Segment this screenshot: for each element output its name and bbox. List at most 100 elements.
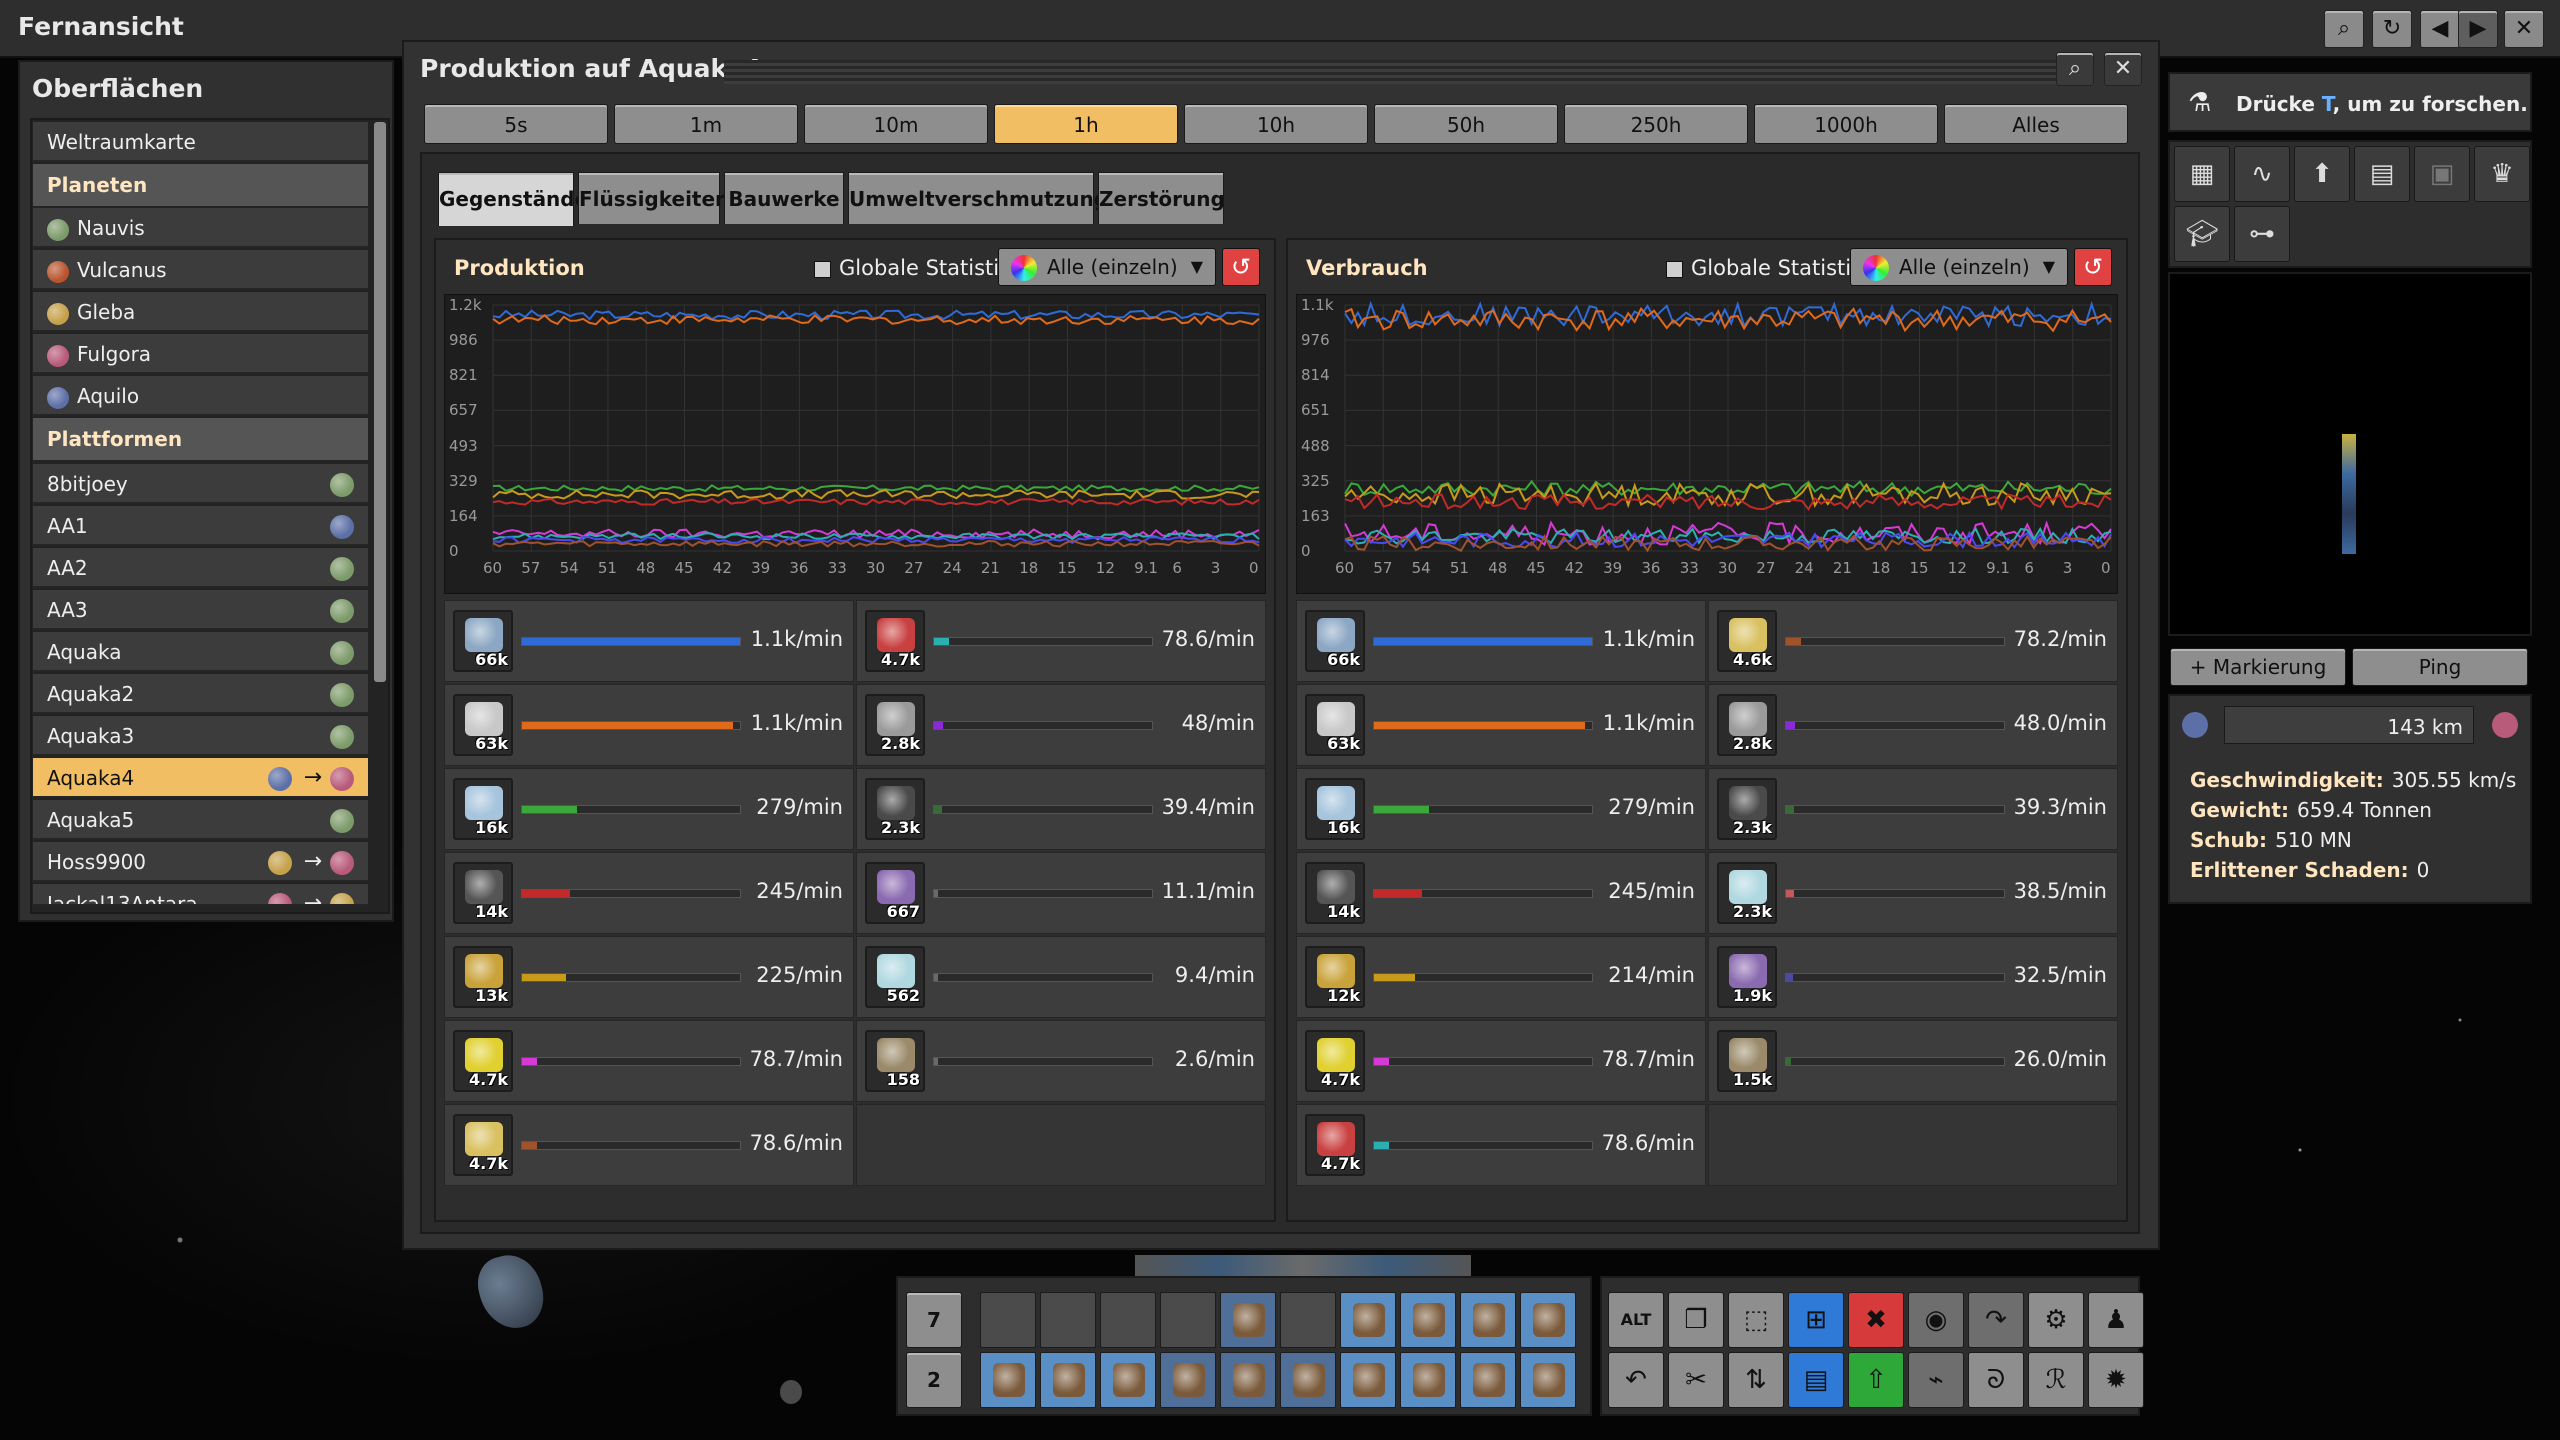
production-stats-button[interactable]: ∿ (2234, 146, 2290, 202)
quickbar-slot[interactable] (1220, 1292, 1276, 1348)
forward-button[interactable]: ▶ (2458, 10, 2498, 48)
tool-button[interactable]: ⚙ (2028, 1292, 2084, 1348)
platform-item[interactable]: AA3 (33, 590, 368, 630)
tool-button[interactable]: ✹ (2088, 1352, 2144, 1408)
item-stat-row[interactable]: 13k 225/min (444, 936, 854, 1018)
time-button-10h[interactable]: 10h (1184, 104, 1368, 144)
planet-item-gleba[interactable]: Gleba (33, 292, 368, 332)
platform-item[interactable]: Aquaka5 (33, 800, 368, 840)
quickbar-slot[interactable] (1280, 1292, 1336, 1348)
tool-button[interactable]: ℛ (2028, 1352, 2084, 1408)
platform-item[interactable]: Aquaka (33, 632, 368, 672)
scrollbar[interactable] (374, 122, 386, 682)
time-button-250h[interactable]: 250h (1564, 104, 1748, 144)
quickbar-slot[interactable] (1040, 1352, 1096, 1408)
quickbar-slot[interactable] (1280, 1352, 1336, 1408)
platform-item[interactable]: AA2 (33, 548, 368, 588)
quickbar-slot[interactable] (980, 1352, 1036, 1408)
item-stat-row[interactable]: 63k 1.1k/min (1296, 684, 1706, 766)
item-stat-row[interactable]: 4.7k 78.6/min (856, 600, 1266, 682)
tool-button[interactable]: ✂ (1668, 1352, 1724, 1408)
item-stat-row[interactable]: 4.7k 78.7/min (1296, 1020, 1706, 1102)
network-button[interactable]: ⊶ (2234, 206, 2290, 262)
platform-item[interactable]: Aquaka2 (33, 674, 368, 714)
tool-button[interactable]: ⇅ (1728, 1352, 1784, 1408)
tool-button[interactable]: ⬚ (1728, 1292, 1784, 1348)
tool-button[interactable]: ♟ (2088, 1292, 2144, 1348)
filter-dropdown[interactable]: Alle (einzeln) ▼ (998, 248, 1216, 286)
reset-stats-button[interactable]: ↺ (1222, 248, 1260, 286)
time-button-1h[interactable]: 1h (994, 104, 1178, 144)
item-stat-row[interactable]: 16k 279/min (444, 768, 854, 850)
tool-button[interactable]: ◉ (1908, 1292, 1964, 1348)
quickbar-slot[interactable] (1400, 1292, 1456, 1348)
item-stat-row[interactable]: 14k 245/min (1296, 852, 1706, 934)
space-map-item[interactable]: Weltraumkarte (33, 122, 368, 162)
tool-button[interactable]: ᘐ (1968, 1352, 2024, 1408)
minimap[interactable] (2168, 272, 2532, 636)
checkbox[interactable] (814, 260, 831, 278)
reset-stats-button[interactable]: ↺ (2074, 248, 2112, 286)
quickbar-slot[interactable] (1460, 1292, 1516, 1348)
quickbar-slot[interactable] (980, 1292, 1036, 1348)
achievements-button[interactable]: ♛ (2474, 146, 2530, 202)
planet-item-vulcanus[interactable]: Vulcanus (33, 250, 368, 290)
item-stat-row[interactable]: 2.8k 48.0/min (1708, 684, 2118, 766)
tool-button[interactable]: ⊞ (1788, 1292, 1844, 1348)
tool-button[interactable]: ALT (1608, 1292, 1664, 1348)
tool-button[interactable]: ❐ (1668, 1292, 1724, 1348)
add-marker-button[interactable]: + Markierung (2170, 648, 2346, 686)
item-stat-row[interactable]: 2.3k 39.4/min (856, 768, 1266, 850)
item-stat-row[interactable]: 14k 245/min (444, 852, 854, 934)
item-stat-row[interactable]: 4.7k 78.7/min (444, 1020, 854, 1102)
item-stat-row[interactable]: 4.7k 78.6/min (1296, 1104, 1706, 1186)
item-stat-row[interactable]: 16k 279/min (1296, 768, 1706, 850)
quickbar-slot[interactable] (1100, 1352, 1156, 1408)
production-close-button[interactable]: ✕ (2104, 52, 2142, 86)
tips-button[interactable]: 🎓︎ (2174, 206, 2230, 262)
quickbar-slot[interactable] (1460, 1352, 1516, 1408)
search-button[interactable]: ⌕ (2324, 10, 2364, 48)
quickbar-slot[interactable] (1340, 1352, 1396, 1408)
platform-item[interactable]: 8bitjoey (33, 464, 368, 504)
quickbar-slot[interactable] (1100, 1292, 1156, 1348)
item-stat-row[interactable]: 66k 1.1k/min (1296, 600, 1706, 682)
quickbar-slot[interactable] (1520, 1292, 1576, 1348)
planet-item-aquilo[interactable]: Aquilo (33, 376, 368, 416)
tool-button[interactable]: ✖ (1848, 1292, 1904, 1348)
tab-2[interactable]: Flüssigkeiten (578, 172, 729, 224)
drag-handle[interactable] (724, 60, 2084, 84)
item-stat-row[interactable]: 562 9.4/min (856, 936, 1266, 1018)
quickbar-slot[interactable] (1040, 1292, 1096, 1348)
quickbar-slot[interactable] (1340, 1292, 1396, 1348)
item-stat-row[interactable]: 4.7k 78.6/min (444, 1104, 854, 1186)
item-stat-row[interactable]: 158 2.6/min (856, 1020, 1266, 1102)
planet-item-nauvis[interactable]: Nauvis (33, 208, 368, 248)
tool-button[interactable]: ↶ (1608, 1352, 1664, 1408)
tab-1[interactable]: Gegenstände (438, 172, 588, 226)
quickbar-page-7[interactable]: 7 (906, 1292, 962, 1348)
platform-item[interactable]: AA1 (33, 506, 368, 546)
ping-button[interactable]: Ping (2352, 648, 2528, 686)
item-stat-row[interactable]: 2.3k 38.5/min (1708, 852, 2118, 934)
item-stat-row[interactable]: 66k 1.1k/min (444, 600, 854, 682)
quickbar-slot[interactable] (1520, 1352, 1576, 1408)
planet-item-fulgora[interactable]: Fulgora (33, 334, 368, 374)
close-button[interactable]: ✕ (2504, 10, 2544, 48)
item-stat-row[interactable]: 2.8k 48/min (856, 684, 1266, 766)
platform-item[interactable]: Jackal13Antara → (33, 884, 368, 906)
logistics-button[interactable]: ⬆ (2294, 146, 2350, 202)
map-button[interactable]: ▦ (2174, 146, 2230, 202)
time-button-10m[interactable]: 10m (804, 104, 988, 144)
platform-item[interactable]: Aquaka4 → (33, 758, 368, 798)
tool-button[interactable]: ⌁ (1908, 1352, 1964, 1408)
item-stat-row[interactable]: 12k 214/min (1296, 936, 1706, 1018)
item-stat-row[interactable]: 2.3k 39.3/min (1708, 768, 2118, 850)
reset-button[interactable]: ↻ (2372, 10, 2412, 48)
time-button-50h[interactable]: 50h (1374, 104, 1558, 144)
quickbar-slot[interactable] (1160, 1292, 1216, 1348)
platform-item[interactable]: Hoss9900 → (33, 842, 368, 882)
tool-button[interactable]: ▤ (1788, 1352, 1844, 1408)
item-stat-row[interactable]: 1.9k 32.5/min (1708, 936, 2118, 1018)
trains-button[interactable]: ▣ (2414, 146, 2470, 202)
